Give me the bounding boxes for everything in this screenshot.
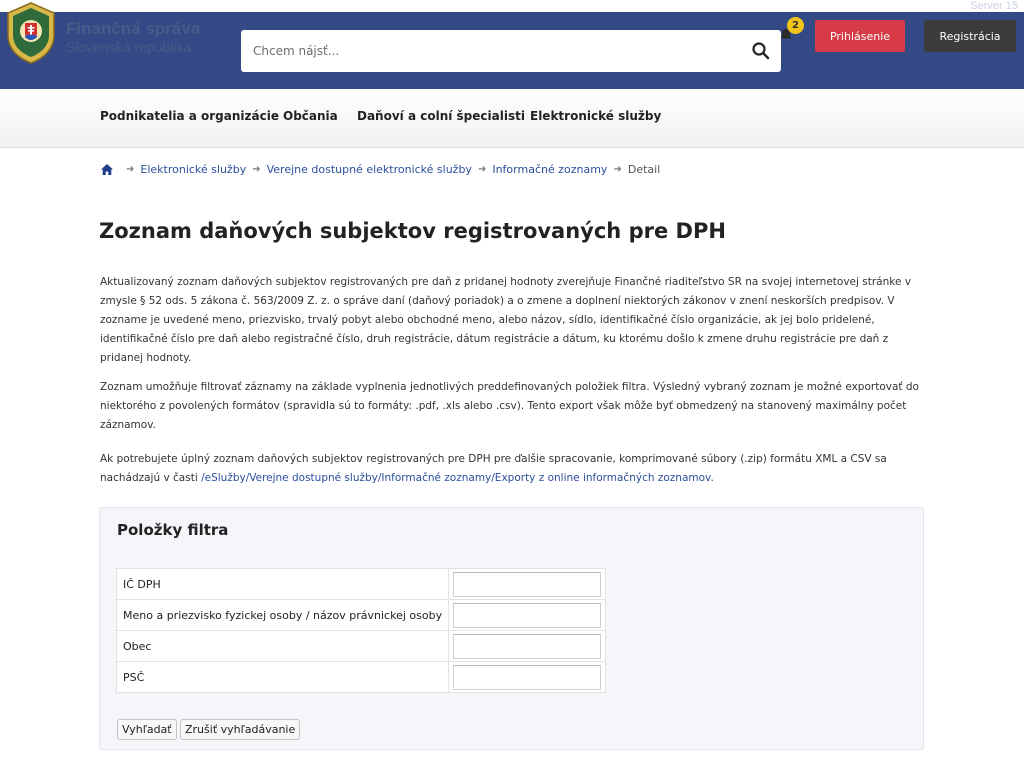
breadcrumb-information-lists[interactable]: Informačné zoznamy bbox=[492, 163, 607, 176]
postal-code-label: PSČ bbox=[115, 661, 450, 693]
brand-title: Finančná správa bbox=[66, 19, 201, 38]
top-header: Server 15 Finančná správa Slovenská repu… bbox=[0, 0, 1024, 89]
reset-search-button[interactable]: Zrušiť vyhľadávanie bbox=[180, 719, 301, 740]
nav-item-electronic-services[interactable]: Elektronické služby bbox=[530, 109, 661, 123]
login-button[interactable]: Prihlásenie bbox=[815, 20, 905, 52]
municipality-label: Obec bbox=[115, 630, 450, 662]
server-label: Server 15 bbox=[970, 0, 1018, 12]
export-info-end: . bbox=[710, 472, 714, 484]
search-icon[interactable] bbox=[751, 41, 771, 61]
arrow-right-icon: ➜ bbox=[126, 163, 135, 175]
breadcrumb-electronic-services[interactable]: Elektronické služby bbox=[140, 163, 246, 176]
page-title: Zoznam daňových subjektov registrovaných… bbox=[99, 219, 726, 243]
brand-subtitle: Slovenská republika bbox=[66, 39, 192, 55]
filter-row-postal-code: PSČ bbox=[115, 661, 607, 693]
breadcrumb-public-services[interactable]: Verejne dostupné elektronické služby bbox=[267, 163, 472, 176]
postal-code-input[interactable] bbox=[453, 664, 602, 690]
search-box bbox=[241, 30, 781, 72]
filter-info-paragraph: Zoznam umožňuje filtrovať záznamy na zák… bbox=[100, 381, 919, 431]
arrow-right-icon: ➜ bbox=[252, 163, 261, 175]
vat-id-label: IČ DPH bbox=[115, 568, 450, 600]
filter-heading: Položky filtra bbox=[117, 521, 229, 539]
filter-table: IČ DPH Meno a priezvisko fyzickej osoby … bbox=[115, 568, 607, 693]
home-icon[interactable] bbox=[100, 163, 114, 176]
municipality-input[interactable] bbox=[453, 633, 602, 659]
nav-item-businesses[interactable]: Podnikatelia a organizácie bbox=[100, 109, 279, 123]
breadcrumb-current: Detail bbox=[627, 162, 661, 176]
register-button[interactable]: Registrácia bbox=[924, 20, 1016, 52]
nav-item-specialists[interactable]: Daňoví a colní špecialisti bbox=[357, 109, 525, 123]
search-input[interactable] bbox=[253, 30, 733, 72]
vat-id-input[interactable] bbox=[453, 571, 602, 597]
arrow-right-icon: ➜ bbox=[477, 163, 487, 175]
name-label: Meno a priezvisko fyzickej osoby / názov… bbox=[115, 599, 450, 631]
filter-row-name: Meno a priezvisko fyzickej osoby / názov… bbox=[115, 599, 607, 631]
filter-panel: Položky filtra IČ DPH Meno a priezvisko … bbox=[99, 507, 924, 750]
financial-administration-logo[interactable] bbox=[4, 1, 58, 65]
exports-link[interactable]: /eSlužby/Verejne dostupné služby/Informa… bbox=[201, 472, 710, 484]
breadcrumb: ➜ Elektronické služby ➜ Verejne dostupné… bbox=[100, 161, 660, 177]
intro-paragraph: Aktualizovaný zoznam daňových subjektov … bbox=[100, 276, 911, 364]
brand[interactable]: Finančná správa Slovenská republika bbox=[66, 20, 200, 56]
name-input[interactable] bbox=[453, 602, 602, 628]
filter-row-vat-id: IČ DPH bbox=[115, 568, 607, 600]
arrow-right-icon: ➜ bbox=[613, 163, 622, 175]
main-navigation: Podnikatelia a organizácie Občania Daňov… bbox=[0, 89, 1024, 148]
filter-row-municipality: Obec bbox=[115, 630, 607, 662]
notification-badge[interactable]: 2 bbox=[787, 17, 804, 34]
nav-item-citizens[interactable]: Občania bbox=[283, 109, 338, 123]
export-info-paragraph: Ak potrebujete úplný zoznam daňových sub… bbox=[100, 450, 924, 488]
search-button[interactable]: Vyhľadať bbox=[117, 719, 177, 740]
